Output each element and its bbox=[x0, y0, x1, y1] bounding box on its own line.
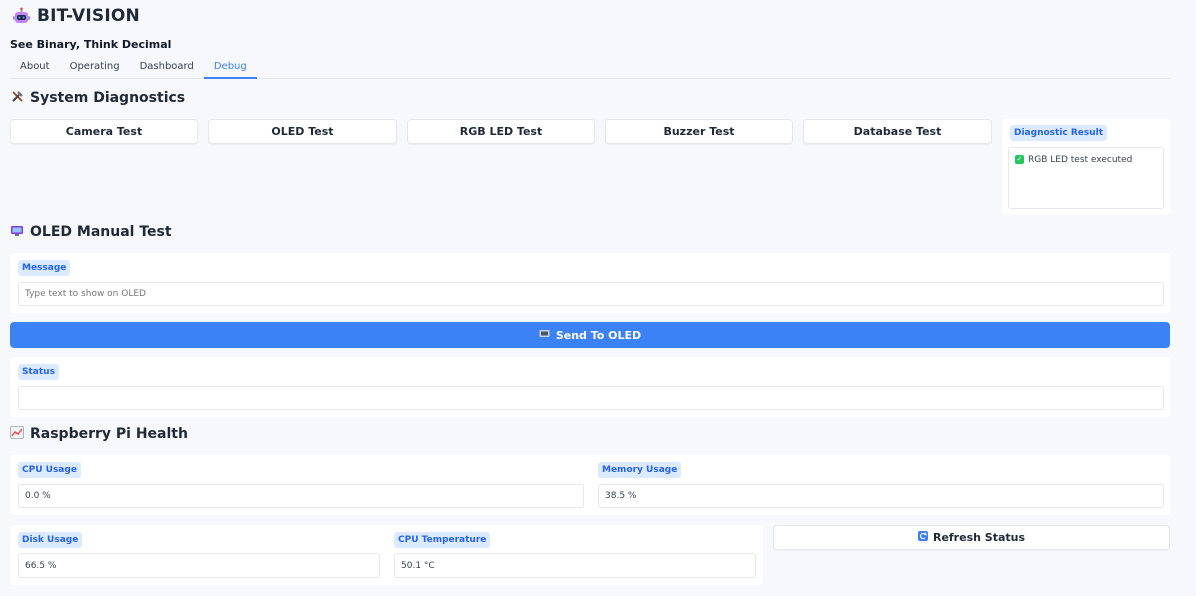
app-title: BIT-VISION bbox=[37, 6, 140, 26]
send-to-oled-button[interactable]: Send To OLED bbox=[10, 322, 1170, 348]
status-label: Status bbox=[18, 364, 59, 380]
health-title: Raspberry Pi Health bbox=[30, 426, 188, 442]
tab-operating[interactable]: Operating bbox=[60, 59, 130, 79]
rgb-led-test-button[interactable]: RGB LED Test bbox=[407, 119, 595, 144]
disk-temp-panel: Disk Usage 66.5 % CPU Temperature 50.1 °… bbox=[10, 525, 763, 585]
diagnostics-title: System Diagnostics bbox=[30, 90, 186, 106]
refresh-status-label: Refresh Status bbox=[932, 531, 1026, 544]
tab-dashboard[interactable]: Dashboard bbox=[130, 59, 204, 79]
check-icon: ✓ bbox=[1015, 155, 1024, 164]
status-field bbox=[18, 386, 1164, 410]
message-input[interactable] bbox=[18, 282, 1164, 306]
oled-title: OLED Manual Test bbox=[30, 224, 172, 240]
cpu-usage-field: 0.0 % bbox=[18, 484, 584, 508]
tab-about[interactable]: About bbox=[10, 59, 60, 79]
refresh-status-button[interactable]: Refresh Status bbox=[773, 525, 1170, 550]
screen-icon bbox=[539, 329, 550, 342]
tv-icon bbox=[10, 224, 24, 240]
oled-test-button[interactable]: OLED Test bbox=[208, 119, 397, 144]
buzzer-test-button[interactable]: Buzzer Test bbox=[605, 119, 793, 144]
memory-usage-field: 38.5 % bbox=[598, 484, 1164, 508]
cpu-temperature-label: CPU Temperature bbox=[394, 532, 491, 548]
chart-up-icon bbox=[10, 426, 24, 442]
refresh-icon bbox=[917, 531, 928, 544]
app-header: BIT-VISION bbox=[12, 6, 140, 26]
section-title-health: Raspberry Pi Health bbox=[10, 426, 188, 442]
camera-test-button[interactable]: Camera Test bbox=[10, 119, 198, 144]
status-panel: Status bbox=[10, 357, 1170, 417]
database-test-button[interactable]: Database Test bbox=[803, 119, 992, 144]
disk-usage-field: 66.5 % bbox=[18, 553, 380, 578]
usage-panel: CPU Usage 0.0 % Memory Usage 38.5 % bbox=[10, 455, 1170, 515]
diagnostic-result-panel: Diagnostic Result ✓ RGB LED test execute… bbox=[1002, 119, 1170, 215]
diagnostic-result-text: RGB LED test executed bbox=[1028, 155, 1133, 165]
section-title-oled: OLED Manual Test bbox=[10, 224, 172, 240]
tab-debug[interactable]: Debug bbox=[203, 59, 257, 79]
tab-bar: About Operating Dashboard Debug bbox=[10, 59, 1170, 79]
diagnostic-result-box: ✓ RGB LED test executed bbox=[1008, 147, 1164, 209]
disk-usage-label: Disk Usage bbox=[18, 532, 83, 548]
cpu-temperature-field: 50.1 °C bbox=[394, 553, 756, 578]
memory-usage-label: Memory Usage bbox=[598, 462, 682, 478]
tools-icon bbox=[10, 90, 24, 106]
message-label: Message bbox=[18, 260, 71, 276]
diagnostic-result-label: Diagnostic Result bbox=[1010, 125, 1108, 141]
section-title-diagnostics: System Diagnostics bbox=[10, 90, 185, 106]
send-to-oled-label: Send To OLED bbox=[555, 328, 642, 342]
app-subtitle: See Binary, Think Decimal bbox=[10, 38, 172, 51]
message-panel: Message bbox=[10, 253, 1170, 313]
robot-icon bbox=[12, 7, 31, 26]
cpu-usage-label: CPU Usage bbox=[18, 462, 81, 478]
